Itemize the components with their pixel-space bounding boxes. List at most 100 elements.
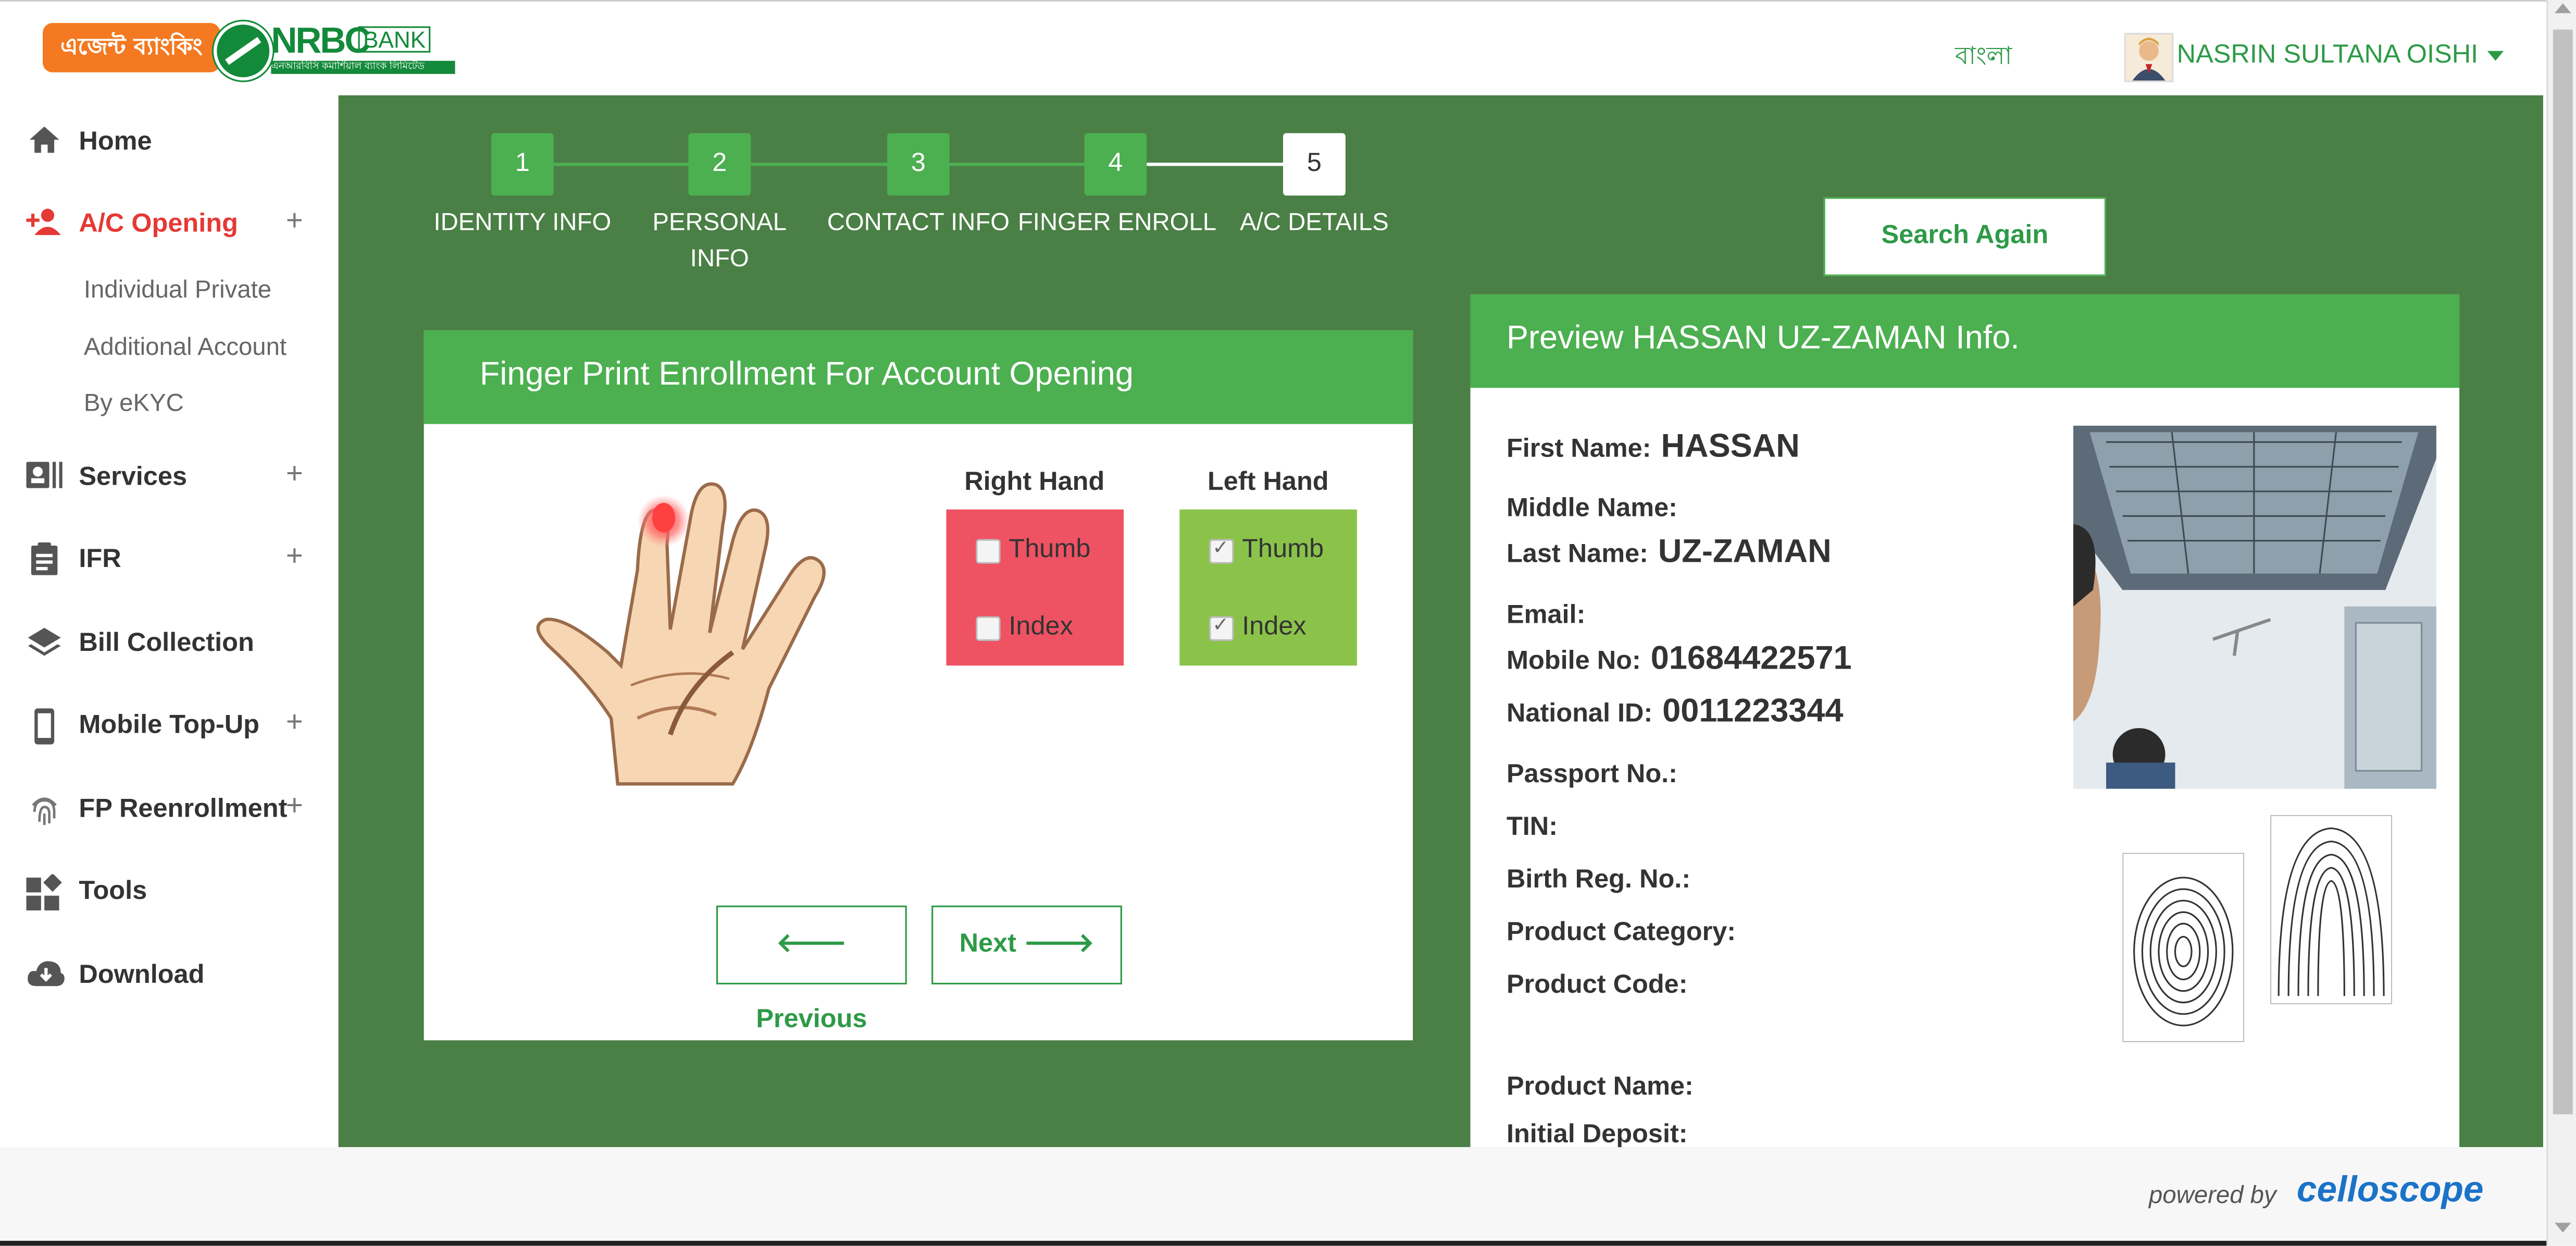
- step-5[interactable]: 5: [1283, 133, 1346, 196]
- right-index-checkbox[interactable]: [976, 616, 1001, 641]
- sidebar: Home A/C Opening + Individual Private Ad…: [0, 95, 339, 1148]
- preview-title: Preview HASSAN UZ-ZAMAN Info.: [1506, 320, 2020, 357]
- scroll-thumb[interactable]: [2553, 29, 2573, 1115]
- preview-card: Preview HASSAN UZ-ZAMAN Info. First Name…: [1470, 294, 2460, 1149]
- customer-photo: [2073, 425, 2436, 789]
- step-label-personal-info: PERSONAL INFO: [652, 208, 787, 273]
- agent-banking-logo: এজেন্ট ব্যাংকিং: [42, 23, 220, 72]
- sidebar-item-label: FP Reenrollment: [79, 795, 288, 824]
- card-header: Finger Print Enrollment For Account Open…: [424, 330, 1413, 424]
- sidebar-subitem-individual-private[interactable]: Individual Private: [84, 276, 271, 304]
- step-1[interactable]: 1: [491, 133, 554, 196]
- expand-plus-icon[interactable]: +: [286, 457, 303, 491]
- scroll-up-icon[interactable]: [2555, 3, 2571, 14]
- field-key: Mobile No:: [1506, 647, 1641, 676]
- field-key: Initial Deposit:: [1506, 1120, 1688, 1149]
- field-key: National ID:: [1506, 700, 1653, 729]
- step-label-finger-enroll: FINGER ENROLL: [1017, 208, 1217, 237]
- field-key: Last Name:: [1506, 540, 1648, 569]
- sidebar-item-download[interactable]: Download: [26, 952, 332, 997]
- fingerprint-icon: [26, 792, 62, 825]
- step-3[interactable]: 3: [887, 133, 950, 196]
- clipboard-icon: [26, 542, 62, 575]
- user-menu-name[interactable]: NASRIN SULTANA OISHI: [2177, 41, 2479, 71]
- field-key: Product Category:: [1506, 918, 1736, 947]
- expand-plus-icon[interactable]: +: [286, 539, 303, 573]
- step-label-contact-info: CONTACT INFO: [827, 208, 1010, 237]
- field-key: First Name:: [1506, 435, 1651, 464]
- vertical-scrollbar[interactable]: [2546, 0, 2576, 1246]
- sidebar-item-fp-reenrollment[interactable]: FP Reenrollment +: [26, 785, 332, 831]
- bank-logo-suffix: BANK: [358, 26, 431, 53]
- expand-plus-icon[interactable]: +: [286, 789, 303, 823]
- field-product-category: Product Category:: [1507, 912, 1746, 950]
- celloscope-logo: celloscope: [2296, 1168, 2484, 1210]
- step-2[interactable]: 2: [688, 133, 751, 196]
- layers-icon: [26, 626, 62, 659]
- field-first-name: First Name: HASSAN: [1507, 429, 1800, 467]
- previous-label: Previous: [756, 1006, 867, 1034]
- card-header: Preview HASSAN UZ-ZAMAN Info.: [1470, 294, 2460, 388]
- field-birth-reg-no: Birth Reg. No.:: [1507, 859, 1700, 897]
- field-mobile-no: Mobile No: 01684422571: [1507, 641, 1852, 679]
- field-key: Product Code:: [1506, 971, 1688, 1000]
- sidebar-item-ifr[interactable]: IFR +: [26, 536, 332, 582]
- search-again-button[interactable]: Search Again: [1823, 197, 2107, 276]
- field-key: Birth Reg. No.:: [1506, 866, 1691, 894]
- id-card-icon: [26, 460, 63, 493]
- field-email: Email:: [1507, 595, 1595, 633]
- sidebar-item-label: Bill Collection: [79, 629, 254, 658]
- language-switch-link[interactable]: বাংলা: [1955, 38, 2012, 79]
- next-label: Next: [959, 930, 1017, 958]
- left-thumb-checkbox[interactable]: [1209, 536, 1234, 564]
- left-hand-title: Left Hand: [1207, 468, 1329, 497]
- window-bottom-edge: [0, 1241, 2547, 1246]
- widgets-icon: [26, 873, 62, 911]
- caret-down-icon[interactable]: [2487, 51, 2504, 61]
- field-key: Email:: [1506, 601, 1586, 630]
- step-label-ac-details: A/C DETAILS: [1240, 208, 1389, 237]
- option-label: Thumb: [1009, 536, 1091, 564]
- next-button[interactable]: Next 🡒: [931, 905, 1122, 985]
- nrbc-logo-icon: [213, 21, 273, 81]
- sidebar-item-tools[interactable]: Tools: [26, 868, 332, 914]
- field-key: TIN:: [1506, 813, 1558, 842]
- user-avatar-icon: [2125, 34, 2172, 81]
- sidebar-item-mobile-top-up[interactable]: Mobile Top-Up +: [26, 702, 332, 748]
- sidebar-item-label: Services: [79, 463, 188, 491]
- home-icon: [26, 125, 62, 158]
- finger-enrollment-card: Finger Print Enrollment For Account Open…: [424, 330, 1413, 1041]
- expand-plus-icon[interactable]: +: [286, 705, 303, 739]
- scroll-down-icon[interactable]: [2555, 1223, 2571, 1233]
- field-key: Middle Name:: [1506, 495, 1677, 523]
- expand-plus-icon[interactable]: +: [286, 204, 303, 238]
- sidebar-item-label: Download: [79, 961, 205, 990]
- mobile-icon: [26, 708, 62, 745]
- sidebar-item-label: IFR: [79, 546, 121, 574]
- card-title: Finger Print Enrollment For Account Open…: [479, 356, 1134, 393]
- previous-button[interactable]: 🡐 Previous: [716, 905, 907, 1034]
- step-4[interactable]: 4: [1084, 133, 1147, 196]
- hand-illustration: [522, 472, 851, 800]
- right-hand-box: Thumb Index: [946, 509, 1124, 666]
- field-value: 01684422571: [1650, 640, 1852, 677]
- left-hand-box: Thumb Index: [1179, 509, 1357, 666]
- left-index-checkbox[interactable]: [1209, 613, 1234, 641]
- sidebar-item-services[interactable]: Services +: [26, 453, 332, 499]
- sidebar-item-ac-opening[interactable]: A/C Opening +: [26, 201, 332, 246]
- sidebar-item-bill-collection[interactable]: Bill Collection: [26, 620, 332, 665]
- field-last-name: Last Name: UZ-ZAMAN: [1507, 534, 1832, 572]
- sidebar-item-label: Mobile Top-Up: [79, 711, 259, 740]
- fingerprint-image-index: [2269, 814, 2393, 1005]
- right-hand-title: Right Hand: [964, 468, 1105, 497]
- sidebar-item-home[interactable]: Home: [26, 118, 332, 164]
- sidebar-subitem-additional-account[interactable]: Additional Account: [84, 334, 287, 362]
- step-connector: [948, 163, 1086, 166]
- user-avatar[interactable]: [2124, 33, 2174, 82]
- field-middle-name: Middle Name:: [1507, 488, 1687, 526]
- right-thumb-checkbox[interactable]: [976, 539, 1001, 564]
- sidebar-subitem-by-ekyc[interactable]: By eKYC: [84, 389, 184, 417]
- field-national-id: National ID: 0011223344: [1507, 694, 1844, 732]
- field-key: Product Name:: [1506, 1073, 1694, 1101]
- option-label: Index: [1242, 613, 1306, 641]
